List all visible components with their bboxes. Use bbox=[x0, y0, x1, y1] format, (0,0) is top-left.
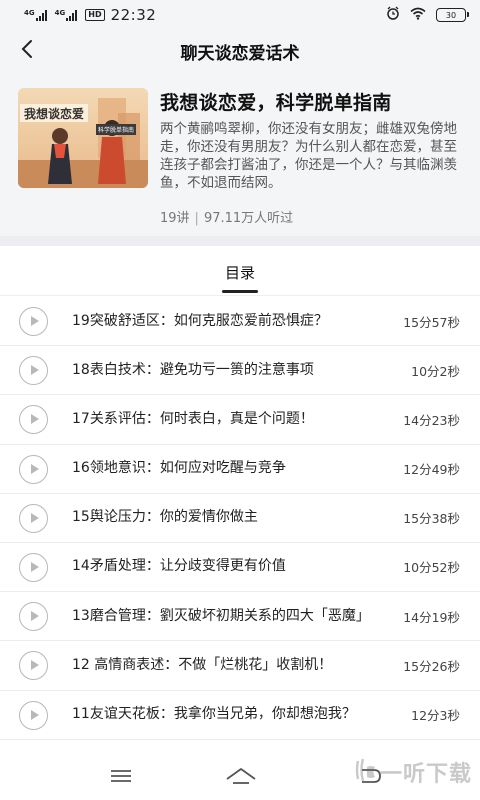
play-icon[interactable] bbox=[19, 700, 48, 730]
list-item[interactable]: 16领地意识：如何应对吃醒与竞争 12分49秒 bbox=[0, 445, 480, 494]
list-item[interactable]: 12 高情商表述：不做「烂桃花」收割机！ 15分26秒 bbox=[0, 641, 480, 691]
tab-bar: 目录 bbox=[0, 246, 480, 296]
clock: 22:32 bbox=[110, 6, 157, 24]
menu-icon bbox=[106, 770, 136, 793]
list-item[interactable]: 18表白技术：避免功亏一篑的注意事项 10分2秒 bbox=[0, 346, 480, 396]
play-icon[interactable] bbox=[19, 454, 48, 484]
cover-title-text: 我想谈恋爱 bbox=[24, 107, 85, 121]
home-button[interactable] bbox=[224, 763, 256, 789]
list-item[interactable]: 13磨合管理：劉灭破坏初期关系的四大「恶魔」 14分19秒 bbox=[0, 592, 480, 642]
section-divider bbox=[0, 236, 480, 246]
episode-title: 17关系评估：何时表白，真是个问题！ bbox=[72, 410, 314, 427]
signal-icon-2: 4G bbox=[54, 8, 78, 21]
course-cover-image[interactable]: 我想谈恋爱 科学脱单指南 bbox=[18, 88, 148, 188]
tab-toc-label: 目录 bbox=[224, 264, 255, 282]
episode-title: 12 高情商表述：不做「烂桃花」收割机！ bbox=[72, 656, 333, 673]
episode-title: 19突破舒适区：如何克服恋爱前恐惧症？ bbox=[72, 312, 328, 329]
listener-count: 97.11万人听过 bbox=[203, 211, 294, 226]
alarm-icon bbox=[386, 6, 400, 24]
tab-active-indicator bbox=[222, 290, 258, 293]
course-meta: 19讲 | 97.11万人听过 bbox=[160, 211, 294, 226]
course-card: 我想谈恋爱 科学脱单指南 我想谈恋爱，科学脱单指南 两个黄鹂鸣翠柳，你还没有女朋… bbox=[0, 72, 480, 236]
episode-duration: 12分3秒 bbox=[411, 708, 460, 723]
menu-button[interactable] bbox=[106, 763, 136, 789]
episode-duration: 15分57秒 bbox=[403, 314, 460, 330]
play-icon[interactable] bbox=[19, 651, 48, 681]
list-item[interactable]: 15舆论压力：你的爱情你做主 15分38秒 bbox=[0, 494, 480, 543]
play-icon[interactable] bbox=[19, 503, 48, 533]
episode-title: 16领地意识：如何应对吃醒与竞争 bbox=[72, 460, 286, 477]
course-title: 我想谈恋爱，科学脱单指南 bbox=[160, 92, 392, 114]
list-item[interactable]: 17关系评估：何时表白，真是个问题！ 14分23秒 bbox=[0, 395, 480, 445]
episode-duration: 10分52秒 bbox=[403, 560, 460, 576]
course-description: 两个黄鹂鸣翠柳，你还没有女朋友；雌雄双兔傍地走，你还没有男朋友？为什么别人都在恋… bbox=[160, 121, 457, 191]
play-icon[interactable] bbox=[19, 356, 48, 386]
episode-duration: 15分26秒 bbox=[403, 658, 460, 674]
play-icon[interactable] bbox=[19, 602, 48, 632]
episode-duration: 14分19秒 bbox=[403, 609, 460, 625]
episode-title: 13磨合管理：劉灭破坏初期关系的四大「恶魔」 bbox=[72, 607, 370, 624]
app-header: 聊天谈恋爱话术 bbox=[0, 30, 480, 72]
play-icon[interactable] bbox=[19, 307, 48, 337]
episode-duration: 10分2秒 bbox=[411, 363, 460, 379]
chevron-left-icon bbox=[20, 39, 34, 63]
list-item[interactable]: 14矛盾处理：让分歧变得更有价值 10分52秒 bbox=[0, 543, 480, 593]
page-title: 聊天谈恋爱话术 bbox=[180, 43, 300, 64]
episode-duration: 15分38秒 bbox=[403, 511, 460, 527]
play-icon[interactable] bbox=[19, 553, 48, 583]
episode-title: 14矛盾处理：让分歧变得更有价值 bbox=[72, 558, 286, 575]
status-bar: 4G 4G HD 22:32 30 bbox=[0, 0, 480, 30]
watermark-text: 一听下载 bbox=[379, 762, 472, 787]
system-nav-bar: 一听下载 bbox=[0, 753, 480, 800]
home-icon bbox=[224, 768, 258, 793]
cover-subtitle-text: 科学脱单指南 bbox=[96, 124, 137, 135]
episode-duration: 12分49秒 bbox=[403, 462, 460, 478]
tab-toc[interactable]: 目录 bbox=[225, 246, 255, 295]
episode-title: 18表白技术：避免功亏一篑的注意事项 bbox=[72, 361, 314, 378]
episode-title: 15舆论压力：你的爱情你做主 bbox=[72, 509, 258, 526]
battery-icon: 30 bbox=[436, 8, 469, 22]
watermark-logo-icon bbox=[354, 755, 380, 789]
play-icon[interactable] bbox=[19, 405, 48, 435]
lesson-count: 19讲 bbox=[160, 211, 190, 226]
signal-icon: 4G bbox=[24, 8, 47, 21]
back-button[interactable] bbox=[14, 38, 40, 64]
network-type-label-2: 4G bbox=[54, 8, 66, 17]
wifi-icon bbox=[410, 7, 426, 24]
episode-duration: 14分23秒 bbox=[403, 412, 460, 428]
hd-badge: HD bbox=[85, 9, 105, 21]
episode-title: 11友谊天花板：我拿你当兄弟，你却想泡我？ bbox=[72, 706, 356, 722]
episode-list: 19突破舒适区：如何克服恋爱前恐惧症？ 15分57秒 18表白技术：避免功亏一篑… bbox=[0, 297, 480, 740]
watermark: 一听下载 bbox=[354, 755, 472, 789]
network-type-label: 4G bbox=[24, 8, 35, 17]
list-item[interactable]: 11友谊天花板：我拿你当兄弟，你却想泡我？ 12分3秒 bbox=[0, 691, 480, 740]
list-item[interactable]: 19突破舒适区：如何克服恋爱前恐惧症？ 15分57秒 bbox=[0, 297, 480, 347]
